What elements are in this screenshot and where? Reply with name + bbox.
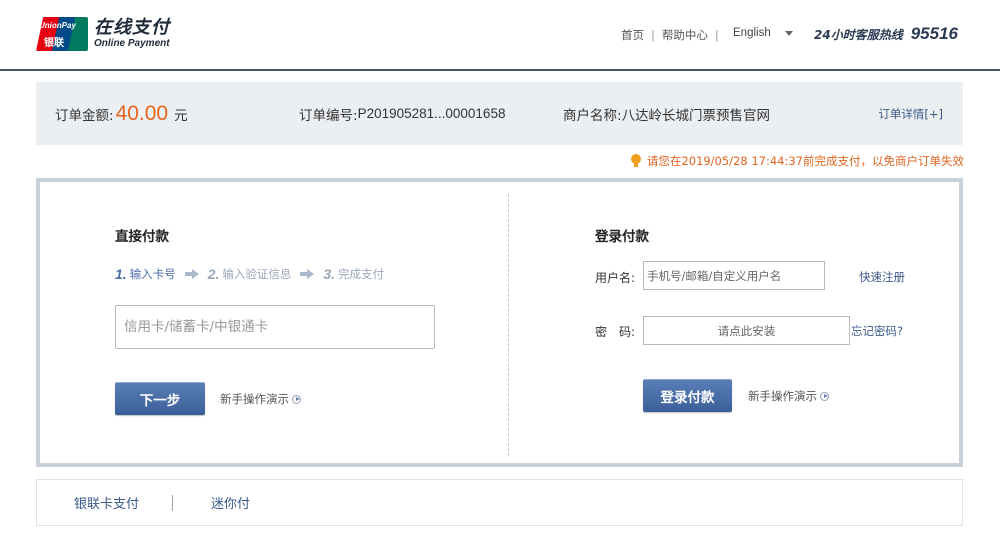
hotline: 24小时客服热线 95516 <box>814 24 958 44</box>
play-icon <box>292 394 301 404</box>
play-icon <box>820 391 829 401</box>
logo-text: 在线支付 Online Payment <box>94 18 170 50</box>
step-indicator: 1. 输入卡号 2. 输入验证信息 3. 完成支付 <box>115 266 384 282</box>
step-1-number: 1. <box>115 266 127 282</box>
hotline-number: 95516 <box>910 24 958 43</box>
logo-title-en: Online Payment <box>94 38 170 49</box>
forgot-password-link[interactable]: 忘记密码? <box>851 323 903 339</box>
login-pay-button[interactable]: 登录付款 <box>643 379 732 412</box>
unionpay-logo[interactable]: UnionPay 银联 在线支付 Online Payment <box>36 17 170 51</box>
order-number-value: P201905281...00001658 <box>357 106 506 121</box>
merchant-name: 商户名称: 八达岭长城门票预售官网 <box>563 82 770 145</box>
nav-home-link[interactable]: 首页 <box>621 27 644 43</box>
tab-mini-pay[interactable]: 迷你付 <box>211 493 250 512</box>
direct-pay-title: 直接付款 <box>115 229 169 245</box>
next-step-button[interactable]: 下一步 <box>115 382 205 415</box>
logo-title-cn: 在线支付 <box>94 17 170 38</box>
quick-register-link[interactable]: 快速注册 <box>859 269 905 285</box>
chevron-down-icon <box>784 30 793 36</box>
order-detail-link[interactable]: 订单详情[+] <box>878 82 943 145</box>
top-nav: 首页 | 帮助中心 | <box>621 27 726 43</box>
card-number-input[interactable] <box>115 305 435 349</box>
tab-unionpay-card[interactable]: 银联卡支付 <box>74 493 139 512</box>
payment-panel: 直接付款 1. 输入卡号 2. 输入验证信息 3. 完成支付 下一步 新手操作演… <box>36 178 963 467</box>
deadline-notice: 请您在2019/05/28 17:44:37前完成支付，以免商户订单失效 <box>630 153 964 169</box>
step-3-label: 完成支付 <box>338 267 385 281</box>
nav-separator: | <box>651 28 655 42</box>
step-3-number: 3. <box>323 266 336 282</box>
language-selector[interactable]: English <box>733 27 793 39</box>
username-input[interactable] <box>643 261 825 290</box>
username-label: 用户名: <box>595 271 636 285</box>
bottom-tabs: 银联卡支付 迷你付 <box>36 479 963 526</box>
deadline-text: 请您在2019/05/28 17:44:37前完成支付，以免商户订单失效 <box>646 154 964 168</box>
language-label: English <box>733 27 771 39</box>
order-number: 订单编号: P201905281...00001658 <box>299 82 505 145</box>
login-guide-link[interactable]: 新手操作演示 <box>748 388 829 404</box>
order-info-bar: 订单金额: 40.00 元 订单编号: P201905281...0000165… <box>36 82 963 145</box>
merchant-label: 商户名称: <box>563 107 622 124</box>
nav-help-link[interactable]: 帮助中心 <box>662 27 708 43</box>
login-pay-title: 登录付款 <box>595 229 649 245</box>
login-guide-label: 新手操作演示 <box>748 389 817 403</box>
merchant-value: 八达岭长城门票预售官网 <box>621 107 771 124</box>
password-input[interactable] <box>643 316 850 345</box>
order-number-label: 订单编号: <box>299 107 358 124</box>
logo-badge-bottom: 银联 <box>44 38 64 49</box>
direct-guide-label: 新手操作演示 <box>220 392 289 406</box>
arrow-right-icon <box>300 269 315 279</box>
password-label: 密 码: <box>595 325 636 339</box>
order-amount-unit: 元 <box>174 107 188 124</box>
step-2-number: 2. <box>207 266 220 282</box>
order-amount-label: 订单金额: <box>55 107 114 124</box>
direct-guide-link[interactable]: 新手操作演示 <box>220 391 301 407</box>
arrow-right-icon <box>184 269 199 279</box>
page-header: UnionPay 银联 在线支付 Online Payment 首页 | 帮助中… <box>0 0 1000 71</box>
tab-separator <box>172 494 174 511</box>
step-2-label: 输入验证信息 <box>222 267 292 281</box>
step-1-label: 输入卡号 <box>129 267 176 281</box>
nav-separator: | <box>714 28 719 42</box>
order-amount-value: 40.00 <box>115 101 169 125</box>
section-divider <box>508 194 509 456</box>
unionpay-badge-icon: UnionPay 银联 <box>36 17 88 51</box>
order-amount: 订单金额: 40.00 元 <box>55 82 188 145</box>
hotline-label: 24小时客服热线 <box>814 28 903 42</box>
lightbulb-icon <box>630 154 641 168</box>
logo-badge-top: UnionPay <box>39 21 76 30</box>
